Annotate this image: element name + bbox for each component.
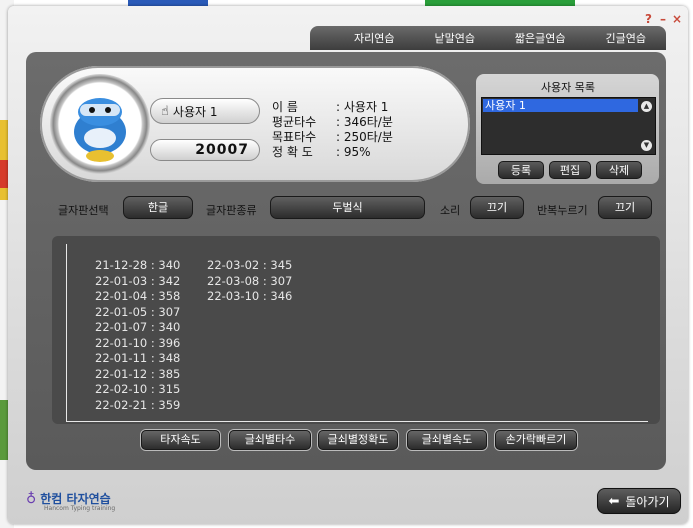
key-speed-button[interactable]: 글쇠별속도 (407, 430, 487, 450)
record-row: 22-02-21 : 359 (95, 397, 181, 412)
scroll-up-icon[interactable]: ▲ (641, 101, 652, 112)
record-row: 22-01-05 : 307 (95, 304, 181, 319)
score-badge: 20007 (150, 139, 260, 161)
tab-word-practice[interactable]: 낱말연습 (434, 30, 474, 46)
records-column-2: 22-03-02 : 345 22-03-08 : 307 22-03-10 :… (207, 258, 292, 305)
register-user-button[interactable]: 등록 (498, 161, 544, 179)
repeat-toggle-button[interactable]: 끄기 (598, 196, 652, 219)
user-name-label: 사용자 1 (172, 104, 218, 119)
stat-value: : 346타/분 (336, 115, 393, 129)
records-column-1: 21-12-28 : 340 22-01-03 : 342 22-01-04 :… (95, 258, 180, 413)
back-button[interactable]: ⬅ 돌아가기 (597, 488, 681, 514)
user-list-item-selected[interactable]: 사용자 1 (483, 99, 638, 112)
stat-row-name: 이 름 : 사용자 1 (272, 100, 452, 115)
record-row: 21-12-28 : 340 (95, 258, 181, 272)
user-listbox[interactable]: 사용자 1 ▲ ▼ (481, 97, 656, 155)
stat-row-target-speed: 목표타수 : 250타/분 (272, 130, 452, 145)
back-arrow-icon: ⬅ (608, 493, 620, 509)
keyboard-select-label: 글자판선택 (58, 204, 109, 217)
tab-long-text-practice[interactable]: 긴글연습 (606, 30, 646, 46)
brand-subtitle: Hancom Typing training (44, 505, 116, 512)
hancom-logo-icon: ♁ (26, 490, 37, 507)
scroll-down-icon[interactable]: ▼ (641, 140, 652, 151)
stat-label: 정 확 도 (272, 145, 313, 159)
user-list-title: 사용자 목록 (540, 81, 596, 94)
stat-row-accuracy: 정 확 도 : 95% (272, 145, 452, 160)
sound-label: 소리 (440, 204, 461, 217)
record-row: 22-03-02 : 345 (207, 258, 293, 272)
record-row: 22-01-07 : 340 (95, 320, 181, 334)
stat-value: : 95% (336, 145, 371, 159)
practice-tab-bar: 자리연습 낱말연습 짧은글연습 긴글연습 (310, 26, 666, 50)
mascot-icon (74, 98, 126, 162)
key-accuracy-button[interactable]: 글쇠별정확도 (318, 430, 398, 450)
record-row: 22-03-10 : 346 (207, 289, 293, 303)
records-axis-vertical (66, 244, 67, 422)
finger-speed-button[interactable]: 손가락빠르기 (495, 430, 577, 450)
record-row: 22-01-12 : 385 (95, 366, 181, 381)
sound-toggle-button[interactable]: 끄기 (470, 196, 524, 219)
record-row: 22-01-11 : 348 (95, 351, 181, 365)
stat-label: 평균타수 (272, 115, 317, 129)
back-button-label: 돌아가기 (625, 494, 670, 509)
stat-label: 이 름 (272, 100, 298, 114)
records-axis-horizontal (66, 421, 648, 422)
tab-position-practice[interactable]: 자리연습 (354, 30, 394, 46)
tab-short-text-practice[interactable]: 짧은글연습 (515, 30, 566, 46)
repeat-label: 반복누르기 (537, 204, 588, 217)
stat-value: : 사용자 1 (336, 100, 389, 114)
delete-user-button[interactable]: 삭제 (596, 161, 642, 179)
hand-icon: ☝ (161, 103, 169, 119)
user-name-badge: ☝ 사용자 1 (150, 98, 260, 124)
close-button[interactable]: × (672, 12, 682, 26)
keys-count-button[interactable]: 글쇠별타수 (229, 430, 311, 450)
record-row: 22-02-10 : 315 (95, 382, 181, 396)
help-button[interactable]: ? (645, 12, 652, 26)
user-stats: 이 름 : 사용자 1 평균타수 : 346타/분 목표타수 : 250타/분 … (272, 100, 452, 160)
stat-value: : 250타/분 (336, 130, 393, 144)
avatar (62, 86, 138, 162)
minimize-button[interactable]: – (660, 12, 666, 26)
record-row: 22-01-04 : 358 (95, 289, 181, 303)
keyboard-type-label: 글자판종류 (206, 204, 257, 217)
record-row: 22-01-03 : 342 (95, 273, 181, 288)
edit-user-button[interactable]: 편집 (549, 161, 591, 179)
typing-speed-button[interactable]: 타자속도 (141, 430, 220, 450)
record-row: 22-03-08 : 307 (207, 273, 293, 288)
stat-label: 목표타수 (272, 130, 317, 144)
keyboard-type-button[interactable]: 두벌식 (270, 196, 425, 219)
stat-row-average-speed: 평균타수 : 346타/분 (272, 115, 452, 130)
keyboard-select-button[interactable]: 한글 (123, 196, 193, 219)
record-row: 22-01-10 : 396 (95, 335, 181, 350)
